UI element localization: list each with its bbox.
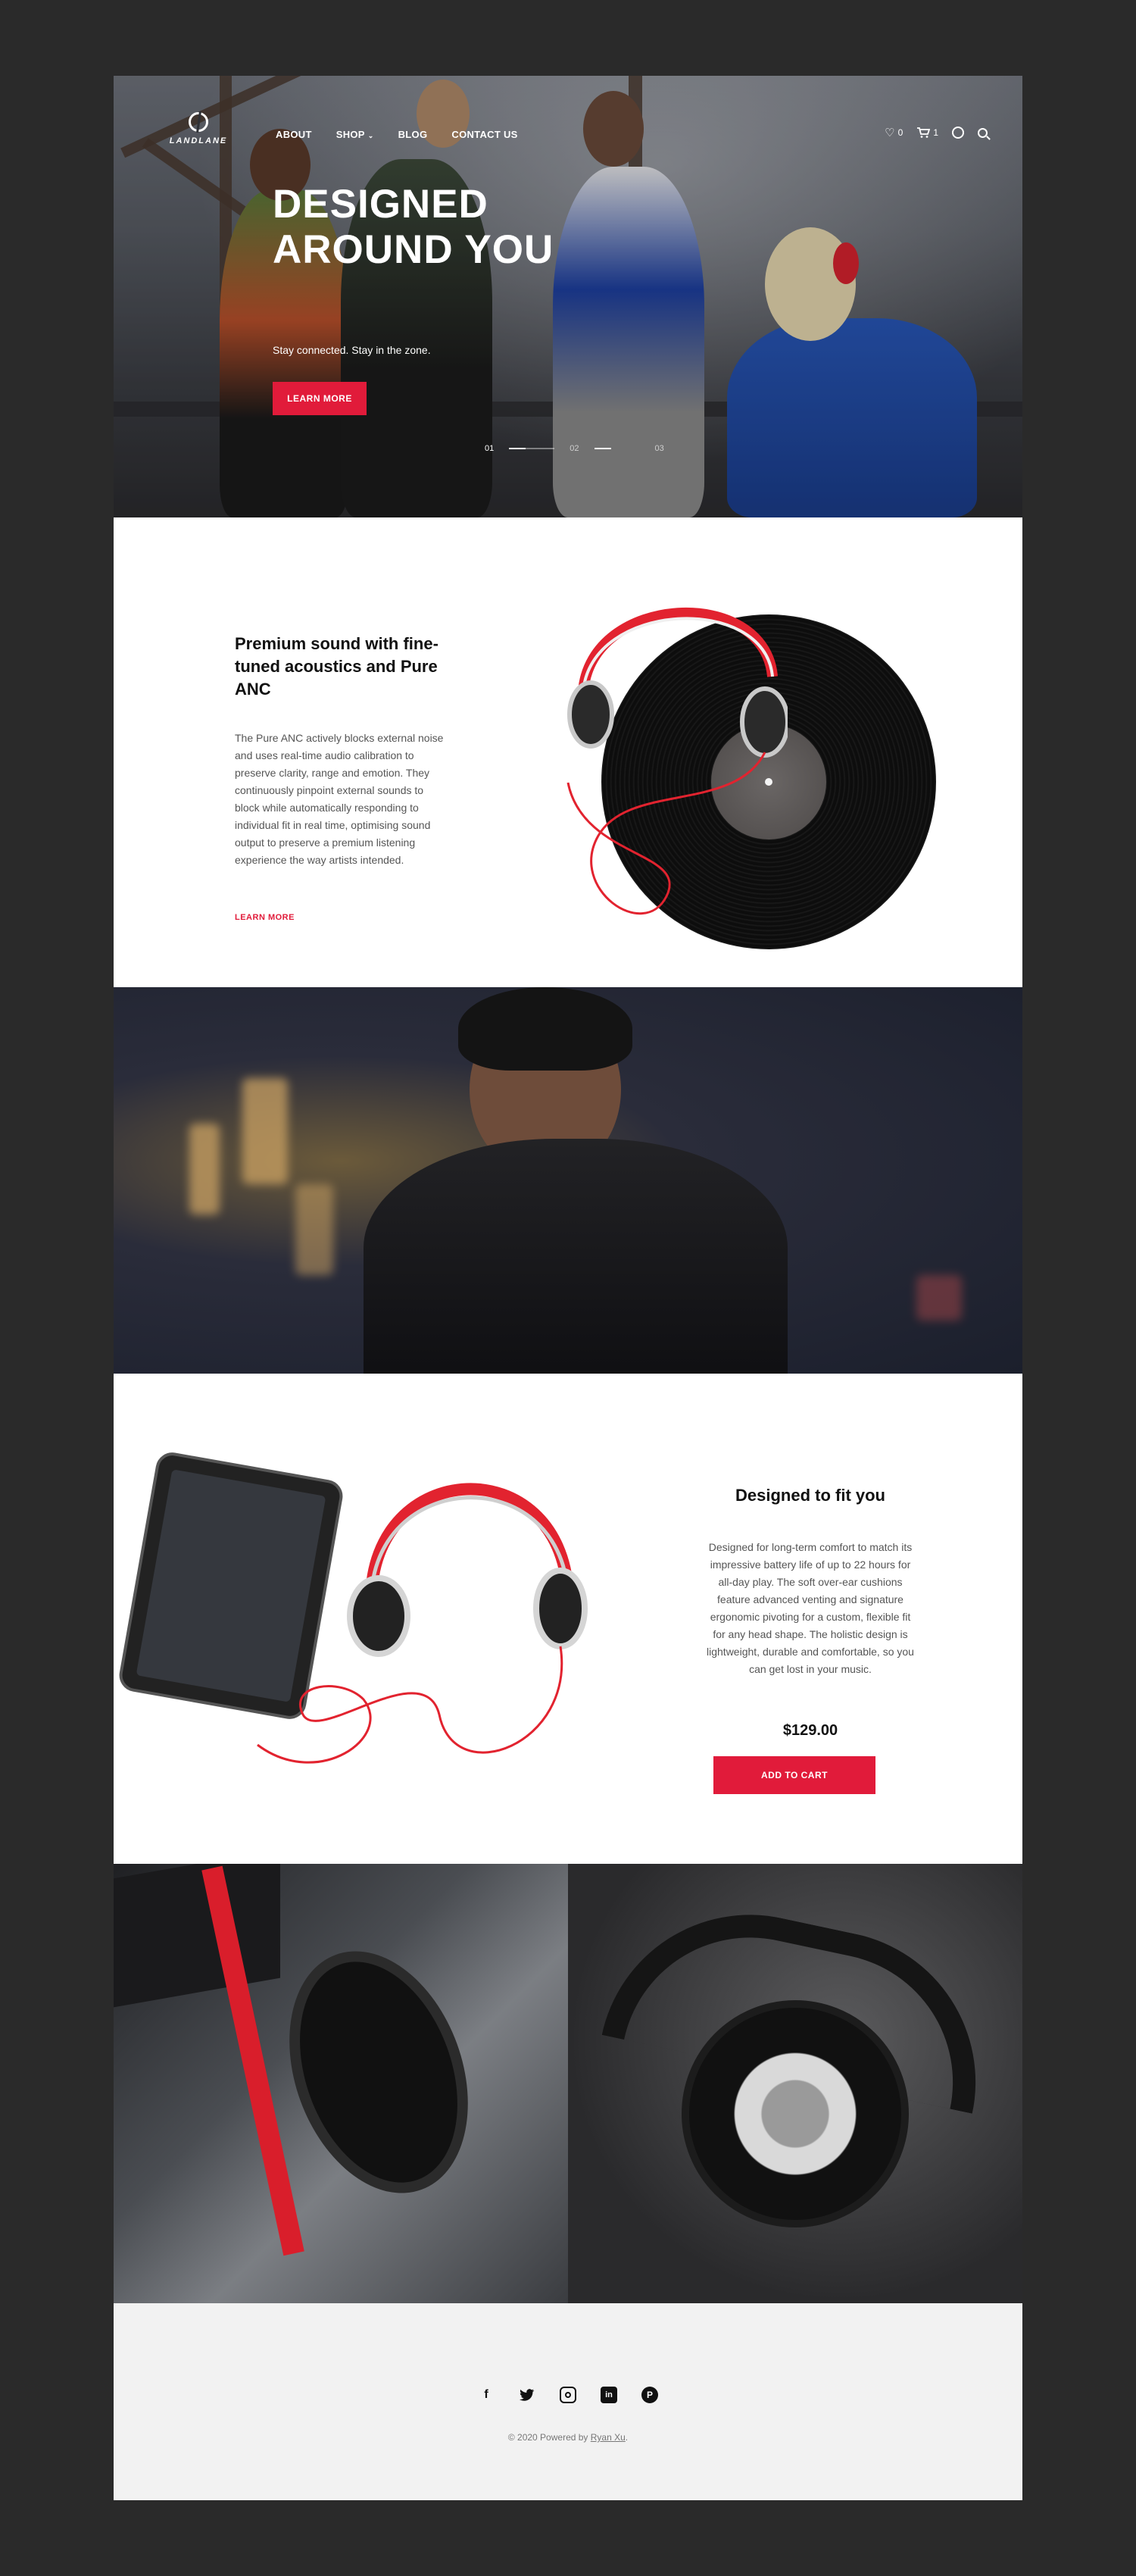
hero-section: LANDLANE ABOUT SHOP ⌄ BLOG CONTACT US ♡ 0… (114, 76, 1022, 517)
feature-learn-more-link[interactable]: LEARN MORE (235, 913, 295, 922)
brand-name: LANDLANE (169, 136, 228, 145)
header-tools: ♡ 0 1 (885, 126, 988, 139)
page: LANDLANE ABOUT SHOP ⌄ BLOG CONTACT US ♡ 0… (114, 76, 1022, 2500)
heart-icon: ♡ (885, 127, 895, 139)
bokeh-light (242, 1078, 288, 1184)
main-menu: ABOUT SHOP ⌄ BLOG CONTACT US (276, 129, 518, 140)
wishlist-count: 0 (897, 127, 903, 138)
feature-title: Premium sound with fine-tuned acoustics … (235, 634, 438, 699)
facebook-icon[interactable]: f (478, 2387, 495, 2403)
headphones-product-image (257, 1483, 588, 1764)
twitter-icon[interactable] (519, 2387, 535, 2403)
man-jacket (364, 1139, 788, 1374)
man-hair (458, 987, 632, 1071)
feature-section: Premium sound with fine-tuned acoustics … (114, 517, 1022, 987)
feature-body: The Pure ANC actively blocks external no… (235, 732, 444, 866)
laptop-keyboard (114, 1864, 280, 2008)
bokeh-light (916, 1275, 962, 1321)
hero-title: DESIGNED AROUND YOU (273, 182, 554, 272)
cart-count: 1 (933, 127, 938, 138)
nav-item-shop-label: SHOP (335, 129, 365, 140)
brand-logo[interactable]: LANDLANE (161, 112, 236, 145)
site-footer: f in P © 2020 Powered by Ryan Xu. (114, 2303, 1022, 2500)
copyright-period: . (625, 2432, 629, 2443)
hero-learn-more-button[interactable]: LEARN MORE (273, 382, 367, 415)
slide-pagination: 01 02 03 (485, 444, 664, 453)
product-price: $129.00 (782, 1722, 838, 1739)
author-link[interactable]: Ryan Xu (591, 2432, 626, 2443)
slide-indicator-2[interactable]: 02 (570, 444, 579, 453)
hero-subtitle: Stay connected. Stay in the zone. (273, 344, 431, 356)
gallery-image-headphones-closeup (568, 1864, 1022, 2303)
earcup (257, 1926, 500, 2218)
cart-button[interactable]: 1 (916, 127, 938, 139)
chevron-down-icon: ⌄ (367, 132, 374, 139)
cart-icon (917, 127, 931, 138)
logo-mark-icon (189, 112, 208, 132)
wishlist-button[interactable]: ♡ 0 (885, 126, 903, 139)
nav-item-blog[interactable]: BLOG (398, 129, 428, 140)
gallery-image-laptop-headphones (114, 1864, 568, 2303)
lifestyle-image-section (114, 987, 1022, 1374)
nav-item-shop[interactable]: SHOP ⌄ (336, 129, 374, 140)
red-headphones-image (566, 608, 788, 915)
copyright-text: © 2020 Powered by (507, 2432, 588, 2443)
product-section: Designed to fit you Designed for long-te… (114, 1374, 1022, 1864)
instagram-icon[interactable] (560, 2387, 576, 2403)
search-icon[interactable] (978, 127, 988, 138)
linkedin-icon[interactable]: in (601, 2387, 617, 2403)
add-to-cart-button[interactable]: ADD TO CART (713, 1756, 875, 1794)
social-links: f in P (114, 2387, 1022, 2403)
account-icon[interactable] (952, 127, 964, 139)
gallery-section (114, 1864, 1022, 2303)
product-description: Designed for long-term comfort to match … (707, 1541, 914, 1675)
pinterest-icon[interactable]: P (641, 2387, 658, 2403)
bokeh-light (189, 1124, 220, 1215)
slide-indicator-3[interactable]: 03 (655, 444, 664, 453)
site-header: LANDLANE ABOUT SHOP ⌄ BLOG CONTACT US ♡ 0… (114, 76, 1022, 197)
copyright: © 2020 Powered by Ryan Xu. (114, 2432, 1022, 2443)
bokeh-light (295, 1184, 333, 1275)
product-title: Designed to fit you (735, 1486, 885, 1505)
nav-item-about[interactable]: ABOUT (276, 129, 312, 140)
slide-progress (509, 448, 555, 449)
nav-item-contact[interactable]: CONTACT US (451, 129, 517, 140)
slide-indicator-1[interactable]: 01 (485, 444, 494, 453)
